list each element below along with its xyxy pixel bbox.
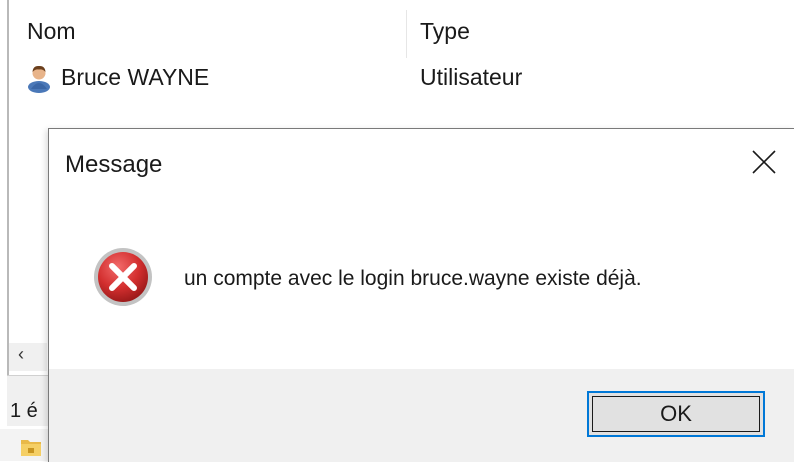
folder-icon[interactable] [20, 437, 42, 457]
horizontal-scrollbar[interactable] [9, 343, 47, 371]
status-count: 1 é [10, 400, 38, 422]
window-border [7, 0, 9, 395]
dialog-footer: OK [49, 369, 794, 462]
dialog-message: un compte avec le login bruce.wayne exis… [184, 267, 642, 290]
ok-button-label: OK [660, 401, 692, 426]
close-icon [752, 150, 776, 174]
column-header-nom[interactable]: Nom [27, 18, 76, 45]
error-icon [94, 248, 152, 306]
ok-button[interactable]: OK [587, 391, 765, 437]
user-name: Bruce WAYNE [61, 64, 210, 90]
user-icon [28, 65, 50, 93]
close-button[interactable] [741, 139, 787, 185]
user-type: Utilisateur [420, 64, 523, 90]
list-item[interactable]: Bruce WAYNE Utilisateur [27, 62, 787, 94]
dialog-body: un compte avec le login bruce.wayne exis… [49, 195, 794, 369]
dialog-title: Message [65, 151, 163, 178]
scroll-left-arrow[interactable]: ‹ [18, 344, 24, 365]
message-dialog: Message un compte avec le login bruce.wa… [48, 128, 794, 462]
column-separator[interactable] [406, 10, 407, 58]
column-header-type[interactable]: Type [420, 18, 470, 45]
